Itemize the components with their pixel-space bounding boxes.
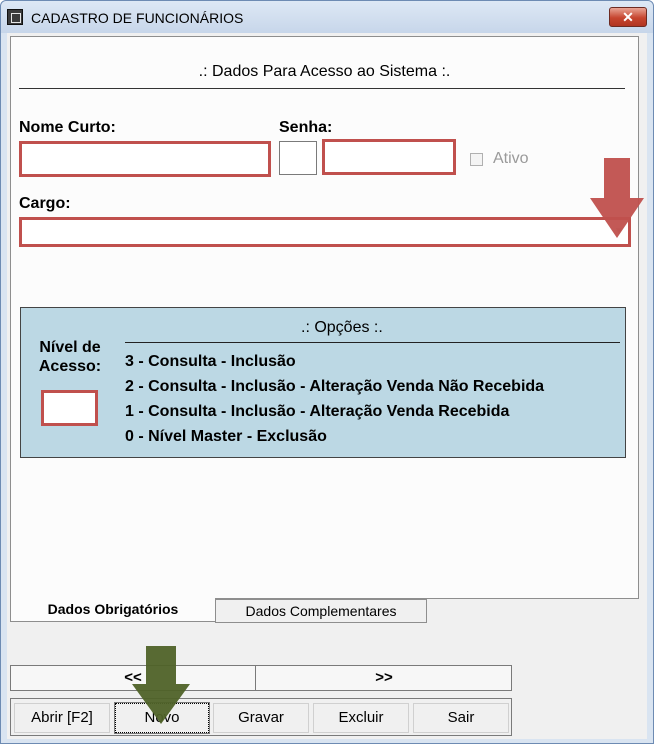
record-navigation: << >> <box>10 665 512 691</box>
nome-curto-input[interactable] <box>19 141 271 177</box>
option-item: 0 - Nível Master - Exclusão <box>125 428 327 445</box>
sair-button[interactable]: Sair <box>413 703 509 733</box>
option-item: 3 - Consulta - Inclusão <box>125 353 296 370</box>
ativo-checkbox[interactable] <box>470 153 483 166</box>
senha-input[interactable] <box>322 139 456 175</box>
action-bar: Abrir [F2] Novo Gravar Excluir Sair <box>10 698 512 736</box>
senha-label: Senha: <box>279 119 333 136</box>
tab-dados-obrigatorios[interactable]: Dados Obrigatórios <box>10 598 216 622</box>
nivel-acesso-label: Nível de Acesso: <box>25 338 115 376</box>
ativo-label: Ativo <box>493 150 529 167</box>
excluir-button[interactable]: Excluir <box>313 703 409 733</box>
arrow-down-icon <box>132 646 190 724</box>
cargo-select[interactable]: ▼ <box>19 217 631 247</box>
abrir-button[interactable]: Abrir [F2] <box>14 703 110 733</box>
arrow-down-icon <box>590 158 644 238</box>
annotation-arrow-red-icon <box>590 158 644 238</box>
annotation-arrow-green-icon <box>132 646 190 724</box>
cargo-label: Cargo: <box>19 195 71 212</box>
options-divider <box>125 342 620 343</box>
client-area: .: Dados Para Acesso ao Sistema :. Nome … <box>7 33 647 739</box>
option-item: 1 - Consulta - Inclusão - Alteração Vend… <box>125 403 510 420</box>
window-title: CADASTRO DE FUNCIONÁRIOS <box>31 10 244 26</box>
section-divider <box>19 88 625 89</box>
tab-dados-complementares[interactable]: Dados Complementares <box>215 599 427 623</box>
access-section-title: .: Dados Para Acesso ao Sistema :. <box>198 63 451 80</box>
option-item: 2 - Consulta - Inclusão - Alteração Vend… <box>125 378 545 395</box>
nivel-label-line1: Nível de <box>39 339 101 356</box>
options-title: .: Opções :. <box>301 319 383 336</box>
gravar-button[interactable]: Gravar <box>213 703 309 733</box>
nivel-label-line2: Acesso: <box>38 358 102 375</box>
main-window: CADASTRO DE FUNCIONÁRIOS ✕ .: Dados Para… <box>0 0 654 744</box>
title-bar[interactable]: CADASTRO DE FUNCIONÁRIOS ✕ <box>1 1 653 33</box>
tab-page-dados-obrigatorios: .: Dados Para Acesso ao Sistema :. Nome … <box>10 36 639 599</box>
nome-curto-label: Nome Curto: <box>19 119 116 136</box>
close-icon: ✕ <box>622 9 634 25</box>
senha-prefix-box[interactable] <box>279 141 317 175</box>
close-button[interactable]: ✕ <box>609 7 647 27</box>
options-group: .: Opções :. Nível de Acesso: 3 - Consul… <box>20 307 626 458</box>
next-record-button[interactable]: >> <box>257 666 511 690</box>
app-icon[interactable] <box>7 9 23 25</box>
nivel-acesso-input[interactable] <box>41 390 98 426</box>
